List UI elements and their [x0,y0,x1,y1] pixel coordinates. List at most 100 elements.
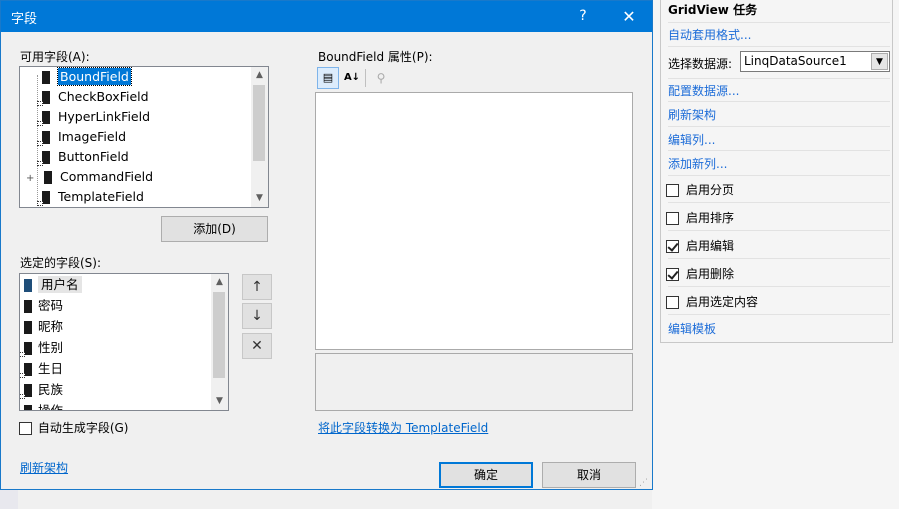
selected-field-item[interactable]: 昵称 [24,317,63,337]
cancel-button[interactable]: 取消 [542,462,636,488]
checkbox-box[interactable] [666,184,679,197]
property-grid[interactable] [315,92,633,350]
boundfield-icon [24,279,32,292]
scroll-up-arrow-icon[interactable]: ▲ [251,67,268,84]
autogenerate-fields-checkbox[interactable]: 自动生成字段(G) [19,419,129,436]
enable-paging-checkbox[interactable]: 启用分页 [666,181,734,198]
resize-grip-icon[interactable]: ⋰ [639,478,648,488]
separator [668,78,890,79]
selected-fields-label: 选定的字段(S): [20,256,102,270]
toolbar-divider [365,69,366,87]
move-up-button[interactable]: ↑ [242,274,272,300]
selected-field-item[interactable]: 用户名 [24,275,82,295]
fields-dialog: 字段 ? ✕ 可用字段(A): BoundField CheckBoxField… [0,0,653,490]
categorized-view-icon[interactable]: ▤ [317,67,339,89]
option-label: 启用排序 [686,211,735,225]
add-column-link[interactable]: 添加新列... [668,155,727,172]
enable-selection-checkbox[interactable]: 启用选定内容 [666,293,758,310]
selected-field-label: 昵称 [38,319,64,334]
scroll-thumb[interactable] [213,292,225,378]
templatefield-icon [20,384,32,399]
option-label: 启用选定内容 [686,295,759,309]
tree-item-boundfield[interactable]: BoundField [42,67,132,87]
checkbox-box[interactable] [666,212,679,225]
help-button[interactable]: ? [566,1,600,32]
selected-field-label: 密码 [38,298,64,313]
imagefield-icon [37,131,50,146]
available-fields-tree[interactable]: BoundField CheckBoxField HyperLinkField … [19,66,269,208]
add-button[interactable]: 添加(D) [161,216,268,242]
separator [668,202,890,203]
selected-fields-list[interactable]: 用户名 密码 昵称 性别 生日 民族 操作 ▲ ▼ [19,273,229,411]
hyperlinkfield-icon [37,111,50,126]
tree-item-templatefield[interactable]: TemplateField [37,187,144,207]
separator [668,314,890,315]
move-down-button[interactable]: ↓ [242,303,272,329]
selected-field-item[interactable]: 民族 [20,380,64,400]
selected-field-item[interactable]: 操作 [24,401,63,410]
option-label: 启用分页 [686,183,735,197]
autogenerate-label: 自动生成字段(G) [37,421,129,435]
expand-icon[interactable]: + [26,169,36,189]
refresh-schema-link[interactable]: 刷新架构 [20,459,68,476]
tasks-panel-title: GridView 任务 [668,3,758,17]
delete-field-button[interactable]: ✕ [242,333,272,359]
scroll-up-arrow-icon[interactable]: ▲ [211,274,228,291]
checkbox-box[interactable] [19,422,32,435]
selected-field-item[interactable]: 密码 [24,296,63,316]
scroll-thumb[interactable] [253,85,265,161]
selected-field-label: 用户名 [38,276,82,293]
ok-button[interactable]: 确定 [439,462,533,488]
available-scrollbar[interactable]: ▲ ▼ [251,67,268,207]
refresh-schema-link[interactable]: 刷新架构 [668,106,716,123]
enable-sorting-checkbox[interactable]: 启用排序 [666,209,734,226]
tree-item-hyperlinkfield[interactable]: HyperLinkField [37,107,151,127]
edit-columns-link[interactable]: 编辑列... [668,131,715,148]
separator [668,150,890,151]
templatefield-icon [20,363,32,378]
datasource-select[interactable]: LinqDataSource1 ▼ [740,51,890,72]
checkboxfield-icon [37,91,50,106]
separator [668,286,890,287]
selected-field-label: 民族 [38,382,64,397]
tree-item-imagefield[interactable]: ImageField [37,127,126,147]
templatefield-icon [20,342,32,357]
separator [668,126,890,127]
dialog-titlebar[interactable]: 字段 ? ✕ [1,1,652,32]
properties-label: BoundField 属性(P): [318,50,433,64]
alphabetical-sort-icon[interactable]: A↓ [341,67,363,89]
tree-item-label: HyperLinkField [58,109,151,124]
configure-datasource-link[interactable]: 配置数据源... [668,82,739,99]
tree-item-checkboxfield[interactable]: CheckBoxField [37,87,149,107]
auto-format-link[interactable]: 自动套用格式... [668,26,751,43]
option-label: 启用删除 [686,267,735,281]
chevron-down-icon[interactable]: ▼ [871,53,888,70]
selected-field-item[interactable]: 生日 [20,359,63,379]
boundfield-icon [24,321,32,334]
tree-item-commandfield[interactable]: + CommandField [26,167,153,187]
tree-item-label: ImageField [58,129,126,144]
enable-editing-checkbox[interactable]: 启用编辑 [666,237,734,254]
gridview-tasks-panel: GridView 任务 自动套用格式... 选择数据源: LinqDataSou… [660,0,893,343]
selected-field-item[interactable]: 性别 [20,338,63,358]
commandfield-icon [43,171,52,184]
enable-deleting-checkbox[interactable]: 启用删除 [666,265,734,282]
separator [668,22,890,23]
scroll-down-arrow-icon[interactable]: ▼ [211,393,228,410]
close-button[interactable]: ✕ [609,1,649,32]
edit-templates-link[interactable]: 编辑模板 [668,320,716,337]
selected-scrollbar[interactable]: ▲ ▼ [211,274,228,410]
checkbox-box[interactable] [666,296,679,309]
tree-item-label: ButtonField [58,149,129,164]
checkbox-box[interactable] [666,268,679,281]
separator [668,175,890,176]
convert-to-templatefield-link[interactable]: 将此字段转换为 TemplateField [318,419,488,436]
datasource-value: LinqDataSource1 [744,54,847,68]
property-description-pane [315,353,633,411]
scroll-down-arrow-icon[interactable]: ▼ [251,190,268,207]
templatefield-icon [37,191,50,206]
option-label: 启用编辑 [686,239,735,253]
separator [668,101,890,102]
checkbox-box[interactable] [666,240,679,253]
tree-item-buttonfield[interactable]: ButtonField [37,147,129,167]
